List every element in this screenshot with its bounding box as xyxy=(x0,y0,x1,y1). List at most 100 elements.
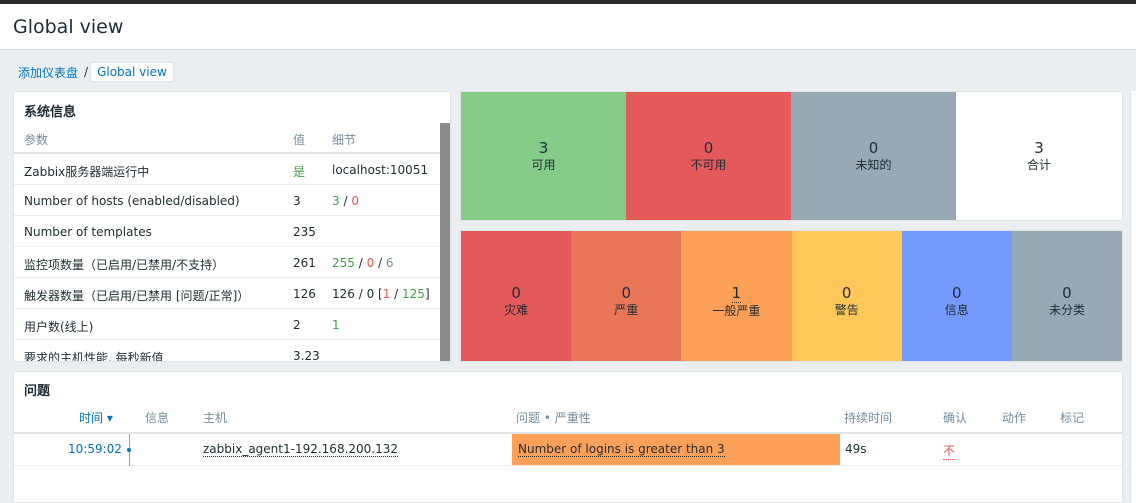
table-row: 触发器数量（已启用/已禁用 [问题/正常]） 126 126 / 0 [1 / … xyxy=(14,278,442,309)
time-column-header[interactable]: 时间 ▾ xyxy=(79,409,113,426)
host-availability-available[interactable]: 3 可用 xyxy=(461,92,626,220)
row-value: 是 xyxy=(293,165,306,179)
row-details: 126 / 0 [1 / 125] xyxy=(332,287,430,301)
separator: / xyxy=(339,194,352,208)
host-availability-widget: 3 可用 0 不可用 0 未知的 3 合计 xyxy=(460,91,1123,221)
tile-count: 0 xyxy=(841,284,852,302)
separator: / xyxy=(354,256,367,270)
host-column-header[interactable]: 主机 xyxy=(203,409,227,426)
tile-label: 灾难 xyxy=(504,303,529,317)
severity-average[interactable]: 1 一般严重 xyxy=(681,231,792,361)
table-row: Number of templates 235 xyxy=(14,216,442,247)
tile-count: 3 xyxy=(538,139,549,157)
system-info-title: 系统信息 xyxy=(24,105,77,120)
tile-count: 0 xyxy=(1062,284,1072,302)
tags-column-header: 标记 xyxy=(1060,411,1085,425)
tile-count: 0 xyxy=(868,139,879,157)
enabled-count: 255 xyxy=(332,256,355,270)
problem-time-link[interactable]: 10:59:02 xyxy=(68,442,122,456)
unsupported-count: 6 xyxy=(385,256,394,270)
tile-count: 0 xyxy=(621,284,632,302)
problem-name-link[interactable]: Number of logins is greater than 3 xyxy=(518,442,725,457)
row-param: Number of templates xyxy=(24,225,152,239)
row-param: 触发器数量（已启用/已禁用 [问题/正常]） xyxy=(24,289,250,303)
ack-column-header: 确认 xyxy=(943,411,968,425)
problem-host-link[interactable]: zabbix_agent1-192.168.200.132 xyxy=(203,442,399,457)
host-availability-unavailable[interactable]: 0 不可用 xyxy=(626,92,791,220)
info-column-header: 信息 xyxy=(145,411,170,425)
system-info-table: 参数 值 细节 Zabbix服务器端运行中 是 localhost:10051 … xyxy=(14,122,442,362)
problem-duration: 49s xyxy=(845,442,867,456)
tile-count: 1 xyxy=(731,283,742,303)
row-details: 3 / 0 xyxy=(332,194,359,208)
problem-ack-link[interactable]: 不 xyxy=(943,442,956,460)
tile-label: 一般严重 xyxy=(712,303,761,318)
tile-label: 可用 xyxy=(531,158,556,172)
severity-high[interactable]: 0 严重 xyxy=(571,231,682,361)
row-details: 1 xyxy=(332,318,340,332)
tile-label: 未分类 xyxy=(1048,303,1085,317)
tile-label: 不可用 xyxy=(690,158,727,172)
breadcrumb: 添加仪表盘 / Global view xyxy=(14,62,174,82)
breadcrumb-dashboards-link[interactable]: 添加仪表盘 xyxy=(14,62,82,83)
row-param: 用户数(线上) xyxy=(24,320,94,334)
system-info-header-row: 参数 值 细节 xyxy=(14,122,442,154)
separator: / xyxy=(374,256,386,270)
problems-widget: 问题 时间 ▾ 信息 主机 问题 • 严重性 持续时间 确认 动作 标记 10:… xyxy=(13,371,1123,503)
page-header: Global view xyxy=(0,4,1136,50)
tile-count: 0 xyxy=(511,284,521,302)
severity-warning[interactable]: 0 警告 xyxy=(791,231,902,361)
tile-label: 合计 xyxy=(1026,158,1051,172)
param-column-header: 参数 xyxy=(24,133,49,147)
row-param: 监控项数量（已启用/已禁用/不支持） xyxy=(24,258,225,272)
enabled-count: 3 xyxy=(332,194,340,208)
trigger-prefix: 126 / 0 [ xyxy=(332,287,383,301)
ok-count: 125 xyxy=(402,287,425,301)
severity-not-classified[interactable]: 0 未分类 xyxy=(1011,231,1123,361)
row-value: 3 xyxy=(293,194,301,208)
problems-header-row: 时间 ▾ 信息 主机 问题 • 严重性 持续时间 确认 动作 标记 xyxy=(14,400,1122,434)
value-column-header: 值 xyxy=(293,133,306,147)
severity-disaster[interactable]: 0 灾难 xyxy=(461,231,572,361)
table-row: 用户数(线上) 2 1 xyxy=(14,309,442,340)
tile-label: 信息 xyxy=(944,303,969,317)
table-row: Number of hosts (enabled/disabled) 3 3 /… xyxy=(14,185,442,216)
tile-count: 3 xyxy=(1034,139,1044,157)
row-value: 235 xyxy=(293,225,316,239)
separator: / xyxy=(390,287,403,301)
breadcrumb-separator: / xyxy=(84,65,89,79)
problems-by-severity-widget: 0 灾难 0 严重 1 一般严重 0 警告 0 信息 0 未分类 xyxy=(460,230,1123,362)
row-details: 255 / 0 / 6 xyxy=(332,256,394,270)
row-details: localhost:10051 xyxy=(332,163,429,177)
actions-column-header: 动作 xyxy=(1002,411,1027,425)
host-availability-unknown[interactable]: 0 未知的 xyxy=(791,92,956,220)
breadcrumb-current[interactable]: Global view xyxy=(90,62,174,82)
table-row: Zabbix服务器端运行中 是 localhost:10051 xyxy=(14,154,442,185)
trigger-suffix: ] xyxy=(424,287,430,301)
row-value: 3.23 xyxy=(293,349,320,362)
row-value: 2 xyxy=(293,318,301,332)
table-row: 10:59:02 zabbix_agent1-192.168.200.132 N… xyxy=(14,434,1122,466)
duration-column-header: 持续时间 xyxy=(844,411,893,425)
scrollbar[interactable] xyxy=(440,123,450,361)
row-value: 261 xyxy=(293,256,316,270)
problem-column-header[interactable]: 问题 • 严重性 xyxy=(516,409,591,426)
row-param: Number of hosts (enabled/disabled) xyxy=(24,194,240,208)
table-row: 监控项数量（已启用/已禁用/不支持） 261 255 / 0 / 6 xyxy=(14,247,442,278)
tile-label: 未知的 xyxy=(855,158,892,172)
tile-count: 0 xyxy=(703,139,714,157)
system-info-widget: 系统信息 参数 值 细节 Zabbix服务器端运行中 是 localhost:1… xyxy=(13,91,451,362)
details-column-header: 细节 xyxy=(332,133,357,147)
table-row: 要求的主机性能, 每秒新值 3.23 xyxy=(14,340,442,362)
row-value: 126 xyxy=(293,287,316,301)
page-title: Global view xyxy=(13,16,124,38)
scrollbar-thumb[interactable] xyxy=(440,123,450,361)
severity-information[interactable]: 0 信息 xyxy=(901,231,1012,361)
disabled-count: 0 xyxy=(351,194,359,208)
adjacent-widget-edge xyxy=(1130,91,1136,503)
tile-count: 0 xyxy=(952,284,962,302)
row-param: Zabbix服务器端运行中 xyxy=(24,165,150,179)
problems-title: 问题 xyxy=(24,384,51,399)
host-availability-total[interactable]: 3 合计 xyxy=(956,92,1122,220)
timeline-dot xyxy=(127,448,131,452)
